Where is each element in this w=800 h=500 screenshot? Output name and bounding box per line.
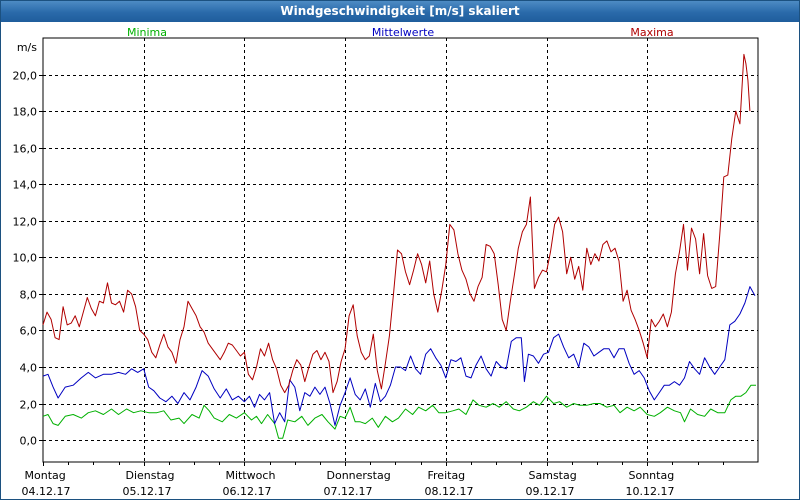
x-tick-date-label: 10.12.17 xyxy=(626,485,675,498)
x-axis: Montag 04.12.17 Dienstag 05.12.17 Mittwoch 06… xyxy=(22,462,724,498)
x-tick-day-label: Dienstag xyxy=(126,469,175,482)
x-tick-date-label: 07.12.17 xyxy=(324,485,373,498)
y-tick-label: 0,0 xyxy=(20,435,38,448)
x-tick-day-label: Montag xyxy=(25,469,66,482)
x-tick-date-label: 06.12.17 xyxy=(223,485,272,498)
y-tick-label: 8,0 xyxy=(20,289,38,302)
y-axis: 0,0 2,0 4,0 6,0 8,0 10,0 12,0 14,0 16,0 18,0 20,0 m… xyxy=(13,41,43,448)
chart-window: Windgeschwindigkeit [m/s] skaliert 0,0 2,… xyxy=(0,0,800,500)
x-tick-date-label: 08.12.17 xyxy=(425,485,474,498)
y-tick-label: 6,0 xyxy=(20,325,38,338)
plot-frame xyxy=(42,37,759,463)
y-tick-label: 10,0 xyxy=(13,252,38,265)
x-tick-day-label: Sonntag xyxy=(629,469,675,482)
y-axis-unit-label: m/s xyxy=(17,41,37,54)
x-tick-day-label: Donnerstag xyxy=(327,469,391,482)
x-tick-date-label: 04.12.17 xyxy=(22,485,71,498)
legend: Minima Mittelwerte Maxima xyxy=(127,26,674,39)
y-tick-label: 4,0 xyxy=(20,362,38,375)
y-tick-label: 14,0 xyxy=(13,179,38,192)
x-tick-date-label: 05.12.17 xyxy=(123,485,172,498)
x-tick-day-label: Freitag xyxy=(428,469,466,482)
y-tick-label: 18,0 xyxy=(13,106,38,119)
series-line-maxima xyxy=(42,53,751,394)
series-line-minima xyxy=(42,384,756,439)
grid-lines xyxy=(43,38,758,462)
x-tick-date-label: 09.12.17 xyxy=(526,485,575,498)
y-tick-label: 16,0 xyxy=(13,143,38,156)
legend-entry-minima: Minima xyxy=(127,26,167,39)
y-tick-label: 2,0 xyxy=(20,399,38,412)
x-tick-day-label: Mittwoch xyxy=(226,469,276,482)
x-tick-day-label: Samstag xyxy=(529,469,577,482)
legend-entry-mittelwerte: Mittelwerte xyxy=(372,26,435,39)
y-tick-label: 12,0 xyxy=(13,216,38,229)
legend-entry-maxima: Maxima xyxy=(630,26,673,39)
y-tick-label: 20,0 xyxy=(13,70,38,83)
chart-canvas: 0,0 2,0 4,0 6,0 8,0 10,0 12,0 14,0 16,0 18,0 20,0 m… xyxy=(13,26,759,498)
